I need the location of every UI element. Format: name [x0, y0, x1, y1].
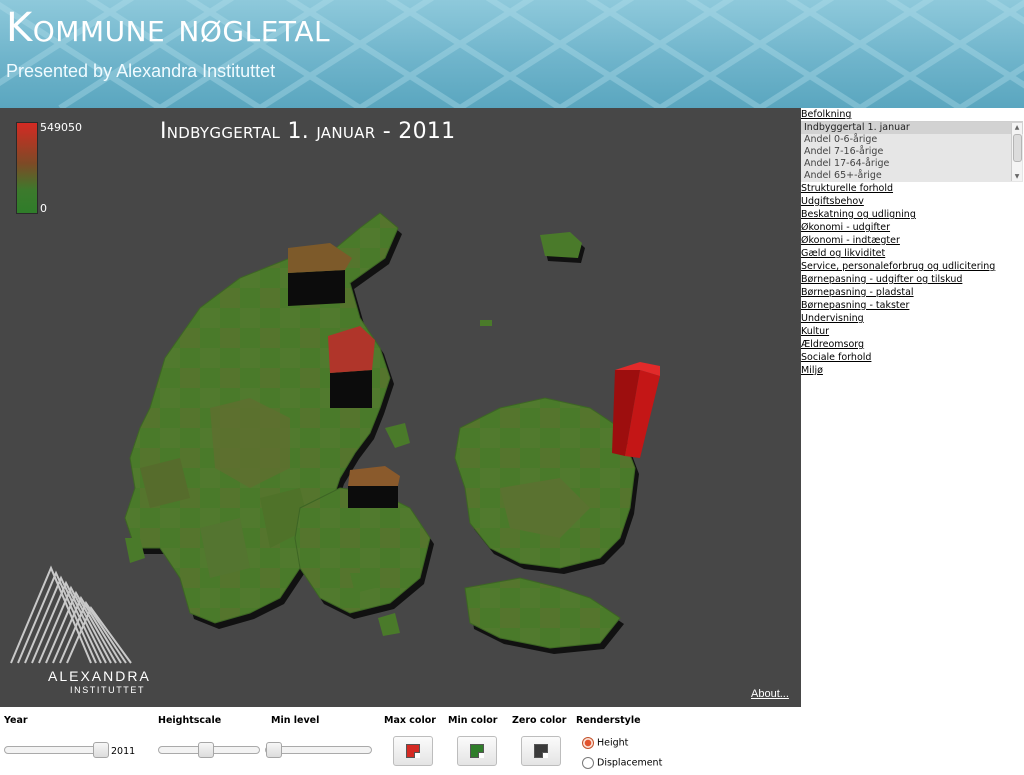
controls-panel: Year 2011 Heightscale Min level Max colo… [0, 707, 1024, 775]
category-kultur[interactable]: Kultur [801, 325, 1024, 338]
category-sidebar: Befolkning Indbyggertal 1. januar Andel … [801, 108, 1024, 707]
year-value: 2011 [111, 746, 136, 757]
sub-item-indbyggertal[interactable]: Indbyggertal 1. januar [801, 122, 1023, 134]
min-color-button[interactable] [457, 736, 497, 766]
category-aeldreomsorg[interactable]: Ældreomsorg [801, 338, 1024, 351]
zealand [454, 397, 639, 574]
sub-item-andel-17-64[interactable]: Andel 17-64-årige [801, 158, 1023, 170]
legend-max-value: 549050 [40, 121, 82, 134]
app-title: Kommune nøgletal [6, 5, 331, 51]
heightscale-slider-handle[interactable] [198, 742, 214, 758]
about-link[interactable]: About... [751, 688, 789, 700]
category-okonomi-indtaegter[interactable]: Økonomi - indtægter [801, 234, 1024, 247]
category-udgiftsbehov[interactable]: Udgiftsbehov [801, 195, 1024, 208]
radio-height-label: Height [597, 737, 629, 749]
extrusion-odense [348, 466, 400, 508]
category-bornepasning-takster[interactable]: Børnepasning - takster [801, 299, 1024, 312]
radio-displacement-label: Displacement [597, 757, 663, 769]
logo-text-alexandra: ALEXANDRA [48, 668, 151, 684]
heightscale-slider[interactable] [158, 742, 260, 758]
minlevel-slider[interactable] [265, 742, 372, 758]
mincolor-label: Min color [448, 715, 498, 726]
category-bornepasning-pladstal[interactable]: Børnepasning - pladstal [801, 286, 1024, 299]
sub-item-andel-65plus[interactable]: Andel 65+-årige [801, 170, 1023, 182]
category-undervisning[interactable]: Undervisning [801, 312, 1024, 325]
year-label: Year [4, 715, 28, 726]
app-header: Kommune nøgletal Presented by Alexandra … [0, 0, 1024, 108]
logo-text-instituttet: INSTITUTTET [70, 685, 146, 695]
category-miljo[interactable]: Miljø [801, 364, 1024, 377]
scroll-down-arrow-icon[interactable]: ▼ [1012, 172, 1022, 181]
minlevel-slider-handle[interactable] [266, 742, 282, 758]
max-color-button[interactable] [393, 736, 433, 766]
category-befolkning[interactable]: Befolkning [801, 108, 1024, 121]
legend-color-scale [16, 122, 38, 214]
radio-displacement-option[interactable]: Displacement [582, 757, 662, 771]
map-viewport[interactable]: 549050 0 Indbyggertal 1. januar - 2011 A… [0, 108, 801, 707]
extrusion-copenhagen [612, 362, 660, 458]
category-beskatning[interactable]: Beskatning og udligning [801, 208, 1024, 221]
category-gaeld[interactable]: Gæld og likviditet [801, 247, 1024, 260]
lolland-falster [464, 577, 624, 654]
map-title: Indbyggertal 1. januar - 2011 [160, 119, 456, 144]
zero-color-swatch [534, 744, 548, 758]
radio-height-option[interactable]: Height [582, 737, 628, 751]
legend-min-value: 0 [40, 202, 47, 215]
sublist-scrollbar[interactable]: ▲ ▼ [1011, 123, 1022, 181]
category-sociale-forhold[interactable]: Sociale forhold [801, 351, 1024, 364]
zero-color-button[interactable] [521, 736, 561, 766]
category-bornepasning-udgifter[interactable]: Børnepasning - udgifter og tilskud [801, 273, 1024, 286]
sub-item-andel-7-16[interactable]: Andel 7-16-årige [801, 146, 1023, 158]
minlevel-label: Min level [271, 715, 320, 726]
renderstyle-label: Renderstyle [576, 715, 641, 726]
year-slider[interactable] [4, 742, 109, 758]
heightscale-label: Heightscale [158, 715, 222, 726]
year-slider-handle[interactable] [93, 742, 109, 758]
sub-item-andel-0-6[interactable]: Andel 0-6-årige [801, 134, 1023, 146]
zerocolor-label: Zero color [512, 715, 567, 726]
extrusion-aalborg [288, 243, 352, 306]
max-color-swatch [406, 744, 420, 758]
min-color-swatch [470, 744, 484, 758]
category-okonomi-udgifter[interactable]: Økonomi - udgifter [801, 221, 1024, 234]
category-service[interactable]: Service, personaleforbrug og udliciterin… [801, 260, 1024, 273]
category-strukturelle-forhold[interactable]: Strukturelle forhold [801, 182, 1024, 195]
radio-height[interactable] [582, 737, 594, 749]
maxcolor-label: Max color [384, 715, 436, 726]
scroll-up-arrow-icon[interactable]: ▲ [1012, 123, 1022, 132]
app-subtitle: Presented by Alexandra Instituttet [6, 61, 276, 81]
extrusion-aarhus [328, 326, 375, 408]
befolkning-sublist[interactable]: Indbyggertal 1. januar Andel 0-6-årige A… [801, 121, 1023, 182]
radio-displacement[interactable] [582, 757, 594, 769]
scroll-thumb[interactable] [1013, 134, 1022, 162]
